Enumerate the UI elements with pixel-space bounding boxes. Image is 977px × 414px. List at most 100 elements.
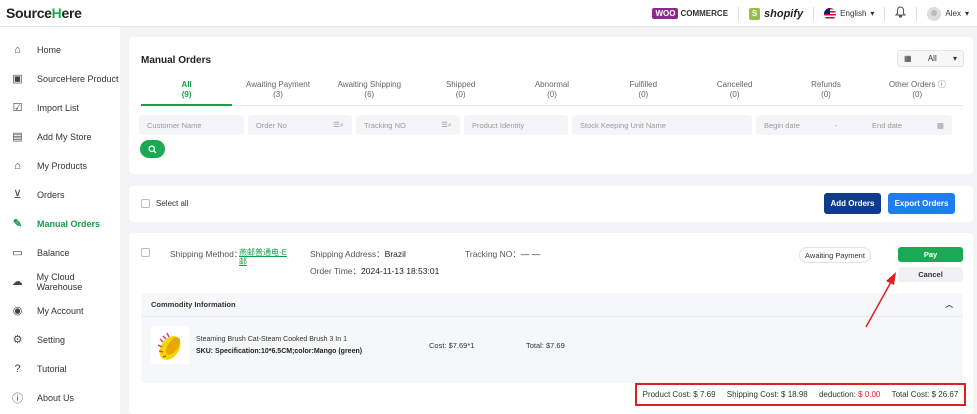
gear-icon: ⚙ (12, 334, 23, 346)
caret-down-icon: ▾ (964, 9, 969, 18)
product-sku: SKU: Specification:10*6.5CM;color:Mango … (196, 348, 363, 355)
shipping-cost-total: Shipping Cost: $ 18.98 (726, 390, 808, 399)
shopify-bag-icon: S (749, 7, 761, 20)
language-select[interactable]: English ▾ (824, 7, 875, 20)
order-time: Order Time：2024-11-13 18:53:01 (310, 266, 440, 276)
caret-down-icon: ▾ (952, 54, 957, 63)
user-icon: ◉ (12, 305, 23, 317)
search-button[interactable] (140, 140, 165, 158)
sidebar: ⌂ Home ▣ SourceHere Product ☑ Import List ▤… (0, 27, 120, 414)
product-name: Steaming Brush Cat-Steam Cooked Brush 3 … (196, 336, 347, 343)
shipping-method: Shipping Method： (170, 249, 243, 259)
sidebar-item-my-account[interactable]: ◉ My Account (0, 296, 120, 325)
product-icon: ▣ (12, 73, 23, 85)
divider (813, 6, 815, 21)
product-total: Total: $7.69 (526, 341, 565, 350)
tab-fulfilled[interactable]: Fulfilled (0) (598, 80, 689, 105)
shipping-address: Shipping Address：Brazil (310, 249, 406, 259)
search-list-icon: ☰⌕ (441, 120, 452, 129)
bell-icon[interactable] (895, 6, 907, 21)
order-checkbox[interactable] (141, 248, 150, 257)
search-list-icon: ☰⌕ (333, 120, 344, 129)
shipping-method-link[interactable]: 燕邮普通电-E邮 (239, 248, 287, 266)
order-no-input[interactable]: Order No ☰⌕ (248, 115, 352, 135)
cancel-button[interactable]: Cancel (898, 267, 963, 282)
cart-icon: ⊻ (13, 189, 22, 201)
sidebar-item-my-cloud-warehouse[interactable]: ☁ My Cloud Warehouse (0, 267, 120, 296)
home-icon: ⌂ (14, 43, 21, 56)
orders-filter-card: Manual Orders ▦ All ▾ All (9) Awaiting Pa… (129, 37, 973, 174)
help-icon: ? (14, 362, 21, 375)
divider (738, 6, 740, 21)
divider (916, 6, 918, 21)
tracking-no: Tracking NO：— — (465, 249, 541, 259)
sidebar-item-balance[interactable]: ▭ Balance (0, 238, 120, 267)
total-cost: Total Cost: $ 26.67 (891, 390, 959, 399)
product-identity-input[interactable]: Product Identity (464, 115, 568, 135)
brush-image (151, 326, 189, 364)
sidebar-item-manual-orders[interactable]: ✎ Manual Orders (0, 209, 120, 238)
user-menu[interactable]: Alex ▾ (927, 6, 969, 21)
deduction: deduction: $ 0.00 (818, 390, 881, 399)
divider (884, 6, 886, 21)
add-orders-button[interactable]: Add Orders (824, 193, 881, 214)
product-cost: Cost: $7.69*1 (429, 341, 475, 350)
select-all-checkbox[interactable] (141, 199, 150, 208)
product-cost-total: Product Cost: $ 7.69 (642, 390, 716, 399)
woocommerce-link[interactable]: WOO COMMERCE (652, 8, 728, 19)
tab-all[interactable]: All (9) (141, 80, 233, 106)
date-range-picker[interactable]: Begin date - End date ▦ (756, 115, 952, 135)
bulk-actions-card: Select all Add Orders Export Orders (129, 186, 973, 222)
tab-shipped[interactable]: Shipped (0) (415, 80, 506, 105)
pay-button[interactable]: Pay (898, 247, 963, 262)
chevron-up-icon[interactable]: ︿ (946, 299, 954, 310)
tab-awaiting-shipping[interactable]: Awaiting Shipping (6) (324, 80, 415, 105)
product-thumbnail[interactable] (151, 326, 189, 364)
tracking-no-input[interactable]: Tracking NO ☰⌕ (356, 115, 460, 135)
tab-awaiting-payment[interactable]: Awaiting Payment (3) (232, 80, 323, 105)
sidebar-item-home[interactable]: ⌂ Home (0, 35, 120, 64)
tab-other-orders[interactable]: Other Orders ⓘ (0) (872, 80, 963, 105)
commodity-section: Commodity Information ︿ Steaming Brush C… (141, 293, 963, 383)
cloud-icon: ☁ (11, 276, 23, 288)
status-badge: Awaiting Payment (799, 247, 871, 263)
filter-row: Customer Name Order No ☰⌕ Tracking NO ☰⌕ P… (139, 115, 952, 135)
sidebar-item-sourcehere-product[interactable]: ▣ SourceHere Product (0, 64, 120, 93)
order-card: Shipping Method： 燕邮普通电-E邮 Shipping Addre… (129, 233, 973, 414)
info-icon: ⓘ (12, 392, 23, 405)
top-bar: SourceHere WOO COMMERCE S shopify Englis… (0, 0, 977, 27)
caret-down-icon: ▾ (870, 9, 875, 18)
card-icon: ▭ (12, 247, 23, 259)
export-orders-button[interactable]: Export Orders (888, 193, 955, 214)
tab-cancelled[interactable]: Cancelled (0) (689, 80, 780, 105)
select-all[interactable]: Select all (141, 199, 188, 208)
page-title: Manual Orders (141, 55, 212, 66)
sidebar-item-import-list[interactable]: ☑ Import List (0, 93, 120, 122)
my-products-icon: ⌂ (14, 159, 21, 172)
shopify-link[interactable]: S shopify (749, 7, 803, 20)
sidebar-item-about-us[interactable]: ⓘ About Us (0, 383, 120, 412)
status-tabs: All (9) Awaiting Payment (3) Awaiting Ship… (141, 80, 963, 106)
search-icon (148, 144, 157, 154)
avatar (927, 6, 942, 21)
sidebar-item-add-my-store[interactable]: ▤ Add My Store (0, 122, 120, 151)
manual-orders-icon: ✎ (12, 218, 23, 230)
store-icon: ▦ (904, 54, 912, 63)
store-filter-select[interactable]: ▦ All ▾ (897, 50, 964, 67)
sku-name-input[interactable]: Stock Keeping Unit Name (572, 115, 752, 135)
calendar-icon: ▦ (936, 120, 944, 130)
sidebar-item-orders[interactable]: ⊻ Orders (0, 180, 120, 209)
woocommerce-logo: WOO (652, 8, 679, 19)
commodity-header[interactable]: Commodity Information ︿ (141, 293, 963, 317)
order-totals: Product Cost: $ 7.69 Shipping Cost: $ 18… (635, 383, 966, 406)
logo[interactable]: SourceHere (6, 5, 82, 21)
store-icon: ▤ (12, 131, 23, 143)
tab-refunds[interactable]: Refunds (0) (780, 80, 871, 105)
sidebar-item-setting[interactable]: ⚙ Setting (0, 325, 120, 354)
customer-name-input[interactable]: Customer Name (139, 115, 244, 135)
sidebar-item-tutorial[interactable]: ? Tutorial (0, 354, 120, 383)
import-list-icon: ☑ (12, 102, 23, 114)
sidebar-item-my-products[interactable]: ⌂ My Products (0, 151, 120, 180)
us-flag-icon (824, 7, 837, 20)
tab-abnormal[interactable]: Abnormal (0) (506, 80, 597, 105)
